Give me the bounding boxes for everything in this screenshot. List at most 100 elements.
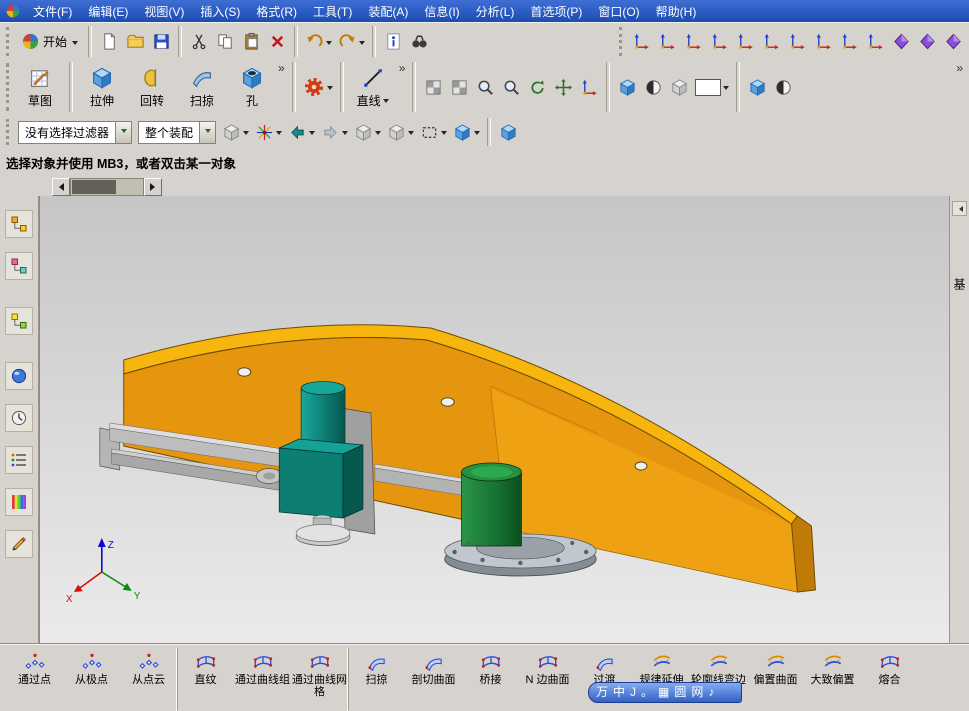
part-navigator-icon[interactable] bbox=[5, 307, 33, 335]
paste-button[interactable] bbox=[238, 28, 264, 55]
scroll-track[interactable] bbox=[70, 177, 144, 196]
roles-icon[interactable] bbox=[5, 530, 33, 558]
line-button[interactable]: 直线 bbox=[348, 61, 398, 113]
menu-item[interactable]: 工具(T) bbox=[305, 0, 360, 23]
history-icon[interactable] bbox=[5, 404, 33, 432]
sweep-button[interactable]: 扫掠 bbox=[177, 61, 227, 113]
menu-item[interactable]: 窗口(O) bbox=[590, 0, 647, 23]
ime-lang-mode[interactable]: 中 bbox=[613, 684, 625, 701]
offset-surface-button[interactable]: 偏置曲面 bbox=[747, 647, 804, 711]
through-curves-button[interactable]: 通过曲线组 bbox=[234, 647, 291, 711]
ime-toolbar[interactable]: 万中 J 。 ▦ 圆网 ♪ bbox=[588, 682, 742, 703]
menu-item[interactable]: 编辑(E) bbox=[80, 0, 136, 23]
wireframe-display-icon[interactable] bbox=[666, 74, 692, 101]
snap-point-menu-icon[interactable] bbox=[252, 119, 285, 146]
marquee-select-icon[interactable] bbox=[417, 119, 450, 146]
palette-icon[interactable] bbox=[5, 488, 33, 516]
overflow-chevron[interactable]: » bbox=[955, 59, 966, 75]
details-panel-icon[interactable] bbox=[5, 446, 33, 474]
ime-shape-mode[interactable]: J bbox=[630, 684, 636, 701]
menu-item[interactable]: 格式(R) bbox=[248, 0, 305, 23]
previous-selection-icon[interactable] bbox=[285, 119, 318, 146]
copy-button[interactable] bbox=[212, 28, 238, 55]
n-sided-surface-button[interactable]: N 边曲面 bbox=[519, 647, 576, 711]
rough-offset-button[interactable]: 大致偏置 bbox=[804, 647, 861, 711]
revolve-button[interactable]: 回转 bbox=[127, 61, 177, 113]
fit-window-icon[interactable] bbox=[420, 74, 446, 101]
toolbar-grip[interactable] bbox=[6, 119, 12, 145]
bolt-hole[interactable] bbox=[634, 461, 648, 471]
rotate-view-icon[interactable] bbox=[524, 74, 550, 101]
assembly-navigator-icon[interactable] bbox=[5, 210, 33, 238]
plane-constructor-icon[interactable] bbox=[862, 28, 888, 55]
selection-scope-combo[interactable]: 整个装配 bbox=[138, 120, 217, 144]
scale-icon[interactable] bbox=[940, 28, 966, 55]
wcs-triad[interactable]: Z X Y bbox=[66, 538, 141, 605]
through-points-button[interactable]: 通过点 bbox=[6, 647, 63, 711]
menu-item[interactable]: 分析(L) bbox=[468, 0, 523, 23]
work-view-icon[interactable] bbox=[450, 119, 483, 146]
graphics-viewport[interactable]: Z X Y bbox=[39, 196, 949, 647]
menu-item[interactable]: 装配(A) bbox=[360, 0, 416, 23]
menu-item[interactable]: 信息(I) bbox=[416, 0, 467, 23]
wcs-orient-icon[interactable] bbox=[810, 28, 836, 55]
gear-button[interactable] bbox=[300, 70, 336, 104]
overflow-chevron[interactable]: » bbox=[277, 59, 288, 75]
vector-constructor-icon[interactable] bbox=[836, 28, 862, 55]
constraint-navigator-icon[interactable] bbox=[5, 252, 33, 280]
fuse-button[interactable]: 熔合 bbox=[861, 647, 918, 711]
isometric-view-icon[interactable] bbox=[614, 74, 640, 101]
ruled-button[interactable]: 直纹 bbox=[177, 647, 234, 711]
show-hide-icon[interactable] bbox=[384, 119, 417, 146]
wcs-rotate-icon[interactable] bbox=[784, 28, 810, 55]
bolt-hole[interactable] bbox=[440, 397, 455, 407]
open-file-button[interactable] bbox=[122, 28, 148, 55]
info-button[interactable] bbox=[380, 28, 406, 55]
object-color-button[interactable] bbox=[692, 74, 732, 101]
from-poles-button[interactable]: 从极点 bbox=[63, 647, 120, 711]
swept-button[interactable]: 扫掠 bbox=[348, 647, 405, 711]
toolbar-grip[interactable] bbox=[6, 27, 12, 56]
shaded-display-icon[interactable] bbox=[640, 74, 666, 101]
scroll-left-button[interactable] bbox=[52, 177, 70, 196]
measure-distance-icon[interactable] bbox=[888, 28, 914, 55]
pan-view-icon[interactable] bbox=[550, 74, 576, 101]
from-point-cloud-button[interactable]: 从点云 bbox=[120, 647, 177, 711]
toolbar-grip[interactable] bbox=[619, 27, 625, 56]
new-file-button[interactable] bbox=[96, 28, 122, 55]
start-button[interactable]: 开始 bbox=[15, 28, 84, 55]
undo-button[interactable] bbox=[302, 28, 335, 55]
ime-net-mode[interactable]: 网 bbox=[691, 684, 703, 701]
zoom-in-out-icon[interactable] bbox=[498, 74, 524, 101]
menu-item[interactable]: 首选项(P) bbox=[522, 0, 590, 23]
bridge-button[interactable]: 桥接 bbox=[462, 647, 519, 711]
pane-scrollbar[interactable] bbox=[52, 177, 162, 196]
datum-csys-icon[interactable] bbox=[706, 28, 732, 55]
type-filter-icon[interactable] bbox=[219, 119, 252, 146]
ime-softkeyboard-icon[interactable]: ▦ bbox=[658, 684, 669, 701]
datum-plane-icon[interactable] bbox=[680, 28, 706, 55]
ime-logo[interactable]: 万 bbox=[596, 684, 608, 701]
cut-button[interactable] bbox=[186, 28, 212, 55]
scroll-right-button[interactable] bbox=[144, 177, 162, 196]
overflow-chevron[interactable]: » bbox=[398, 59, 409, 75]
ime-sound-icon[interactable]: ♪ bbox=[708, 684, 714, 701]
save-button[interactable] bbox=[148, 28, 174, 55]
datum-axis-icon[interactable] bbox=[654, 28, 680, 55]
through-curve-mesh-button[interactable]: 通过曲线网格 bbox=[291, 647, 348, 711]
ime-fullhalf-mode[interactable]: 圆 bbox=[674, 684, 686, 701]
toolbar-grip[interactable] bbox=[6, 63, 12, 111]
delete-button[interactable] bbox=[264, 28, 290, 55]
section-surface-button[interactable]: 剖切曲面 bbox=[405, 647, 462, 711]
ime-punct-mode[interactable]: 。 bbox=[641, 684, 653, 701]
orient-view-button[interactable] bbox=[495, 119, 521, 146]
wcs-origin-icon[interactable] bbox=[758, 28, 784, 55]
scroll-thumb[interactable] bbox=[72, 179, 116, 194]
hole-button[interactable]: 孔 bbox=[227, 61, 277, 113]
face-analysis-icon[interactable] bbox=[770, 74, 796, 101]
adjust-view-icon[interactable] bbox=[446, 74, 472, 101]
selection-filter-dropdown[interactable] bbox=[115, 121, 132, 143]
collapse-panel-button[interactable] bbox=[952, 201, 967, 216]
zoom-window-icon[interactable] bbox=[472, 74, 498, 101]
snap-point-icon[interactable] bbox=[628, 28, 654, 55]
